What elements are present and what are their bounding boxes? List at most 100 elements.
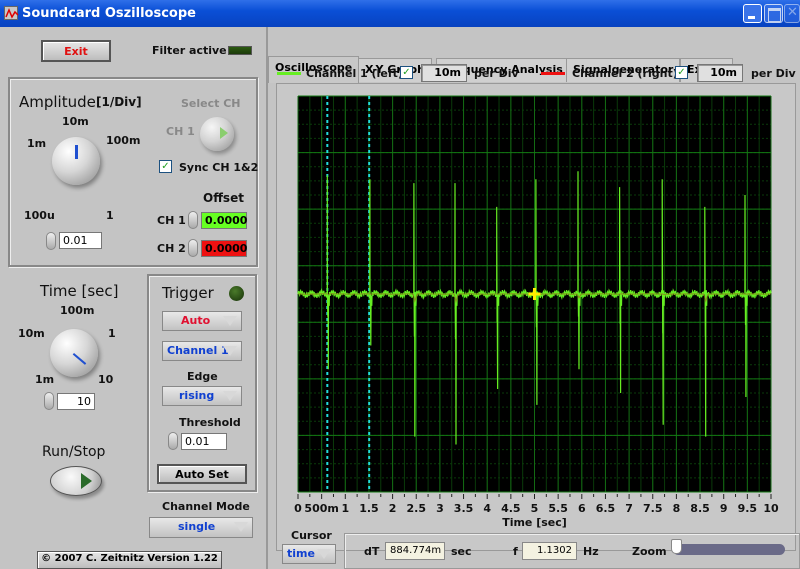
title-bar: Soundcard Oszilloscope	[0, 0, 800, 27]
zoom-slider-thumb[interactable]	[671, 539, 682, 554]
time-input[interactable]: 10	[57, 393, 95, 410]
time-scale-10: 10	[98, 373, 114, 386]
zoom-label: Zoom	[632, 545, 667, 558]
oscilloscope-graph: 0 500m 1 1.5 2 2.5 3 3.5 4 4.5 5 5.5 6 6.5 7 7.5 8 8.5 9 9.…	[294, 95, 779, 529]
trigger-source-value: Channel 1	[167, 344, 229, 357]
dt-value: 884.774m	[385, 542, 445, 560]
offset-ch1-spinner[interactable]	[188, 211, 198, 229]
channel-mode-select[interactable]: single	[149, 517, 253, 538]
auto-set-button[interactable]: Auto Set	[157, 464, 247, 484]
exit-button[interactable]: Exit	[41, 40, 111, 62]
x-tick-label: 1	[341, 502, 349, 515]
x-tick-label: 5	[531, 502, 539, 515]
run-stop-button[interactable]	[50, 466, 102, 496]
channel2-legend-line	[541, 72, 565, 75]
channel2-checkbox[interactable]: ✓	[675, 66, 688, 79]
channel2-per-div-label: per Div	[751, 67, 796, 80]
filter-led	[228, 46, 252, 55]
trigger-mode-select[interactable]: Auto	[162, 311, 242, 331]
time-scale-100m: 100m	[60, 304, 95, 317]
channel2-per-div-value[interactable]: 10m	[697, 64, 743, 82]
time-spinner[interactable]	[44, 392, 54, 410]
app-icon	[4, 6, 19, 20]
dt-unit: sec	[451, 545, 472, 558]
channel-mode-label: Channel Mode	[162, 500, 250, 513]
trigger-panel: Trigger Auto Channel 1 Edge rising Thres…	[147, 274, 257, 492]
select-ch-value: CH 1	[166, 125, 195, 138]
chevron-down-icon	[223, 315, 237, 326]
x-axis-label: Time [sec]	[502, 516, 567, 529]
offset-ch1-label: CH 1	[157, 214, 186, 227]
sync-checkbox[interactable]: ✓	[159, 160, 172, 173]
play-icon	[81, 473, 92, 489]
amplitude-knob-pointer	[75, 145, 78, 159]
offset-ch2-label: CH 2	[157, 242, 186, 255]
time-knob[interactable]	[50, 329, 98, 377]
offset-ch2-spinner[interactable]	[188, 239, 198, 257]
channel1-legend-line	[277, 72, 301, 75]
trigger-edge-select[interactable]: rising	[162, 386, 242, 406]
amplitude-unit: [1/Div]	[96, 95, 142, 109]
amplitude-knob[interactable]	[52, 137, 100, 185]
minimize-button[interactable]	[743, 4, 762, 23]
x-tick-label: 4	[483, 502, 491, 515]
threshold-label: Threshold	[179, 416, 241, 429]
run-stop-label: Run/Stop	[42, 444, 106, 460]
x-tick-label: 500m	[304, 502, 338, 515]
x-tick-label: 2	[389, 502, 397, 515]
window-title: Soundcard Oszilloscope	[22, 6, 196, 21]
zoom-slider-track[interactable]	[673, 544, 785, 555]
amp-scale-1m: 1m	[27, 137, 47, 150]
amplitude-spinner[interactable]	[46, 232, 56, 250]
close-button[interactable]	[784, 4, 800, 23]
maximize-button[interactable]	[764, 4, 783, 23]
x-tick-label: 7	[625, 502, 633, 515]
offset-title: Offset	[203, 191, 244, 205]
cursor-label: Cursor	[291, 529, 332, 542]
channel1-per-div-label: per Div	[474, 67, 519, 80]
x-tick-label: 2.5	[407, 502, 427, 515]
chevron-down-icon	[223, 345, 237, 356]
select-ch-toggle[interactable]	[200, 117, 234, 151]
x-tick-label: 6.5	[596, 502, 616, 515]
x-tick-label: 8.5	[690, 502, 710, 515]
filter-active-label: Filter active	[152, 44, 227, 57]
x-tick-label: 1.5	[359, 502, 379, 515]
select-ch-label: Select CH	[181, 97, 241, 110]
left-control-panel: Exit Filter active Amplitude [1/Div] 100…	[0, 27, 268, 569]
time-scale-10m: 10m	[18, 327, 45, 340]
offset-ch1-input[interactable]: 0.0000	[201, 212, 247, 229]
channel-mode-value: single	[178, 520, 216, 533]
trigger-title: Trigger	[162, 284, 214, 302]
amplitude-title: Amplitude	[19, 93, 96, 111]
x-tick-label: 3.5	[454, 502, 474, 515]
cursor-mode-select[interactable]: time	[282, 544, 336, 564]
time-scale-1: 1	[108, 327, 116, 340]
amp-scale-100m: 100m	[106, 134, 141, 147]
amp-scale-100u: 100u	[24, 209, 55, 222]
trigger-source-select[interactable]: Channel 1	[162, 341, 242, 361]
x-tick-label: 8	[673, 502, 681, 515]
dt-label: dT	[364, 545, 380, 558]
time-title: Time [sec]	[40, 282, 119, 300]
channel1-label: Channel 1 (left)	[306, 67, 403, 80]
channel1-checkbox[interactable]: ✓	[400, 66, 413, 79]
chevron-down-icon	[234, 521, 248, 532]
amplitude-input[interactable]: 0.01	[59, 232, 102, 249]
channel1-per-div-value[interactable]: 10m	[421, 64, 467, 82]
f-value: 1.1302	[522, 542, 577, 560]
amp-scale-1: 1	[106, 209, 114, 222]
x-tick-label: 10	[763, 502, 779, 515]
x-tick-label: 9	[720, 502, 728, 515]
f-label: f	[513, 545, 518, 558]
x-tick-label: 6	[578, 502, 586, 515]
threshold-spinner[interactable]	[168, 432, 178, 450]
copyright-label: © 2007 C. Zeitnitz Version 1.22	[37, 551, 222, 569]
chevron-down-icon	[317, 548, 331, 559]
offset-ch2-input[interactable]: 0.0000	[201, 240, 247, 257]
threshold-input[interactable]: 0.01	[181, 433, 227, 450]
x-tick-label: 7.5	[643, 502, 663, 515]
channel2-label: Channel 2 (right)	[572, 67, 678, 80]
sync-label: Sync CH 1&2	[179, 161, 259, 174]
x-tick-label: 0	[294, 502, 302, 515]
